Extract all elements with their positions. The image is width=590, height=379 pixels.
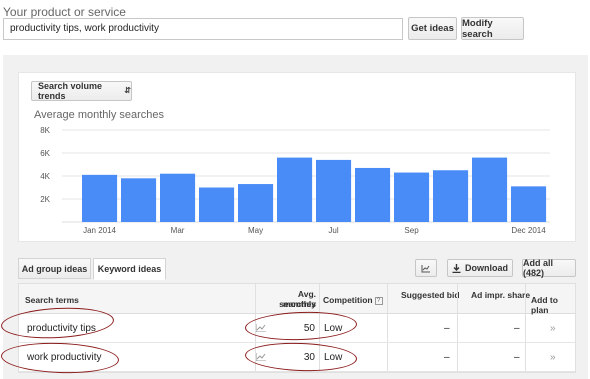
column-divider	[525, 284, 526, 313]
y-tick-label: 6K	[40, 149, 50, 158]
tab-ad-group-ideas[interactable]: Ad group ideas	[18, 258, 91, 279]
header-avg-monthly-line2[interactable]: searches	[264, 299, 316, 309]
bar-sep[interactable]	[394, 172, 430, 222]
header-competition-label: Competition	[323, 295, 373, 305]
bar-jul[interactable]	[316, 159, 352, 222]
header-competition[interactable]: Competition?	[323, 295, 383, 305]
column-divider	[387, 314, 388, 342]
column-divider	[457, 343, 458, 371]
column-divider	[387, 343, 388, 371]
x-tick-label: Sep	[404, 226, 419, 235]
chart-title: Average monthly searches	[34, 109, 165, 121]
header-ad-impr-share[interactable]: Ad impr. share	[471, 290, 530, 300]
chart-view-button[interactable]	[415, 259, 437, 277]
trend-selector[interactable]: Search volume trends ⇵	[31, 81, 132, 101]
updown-icon: ⇵	[124, 86, 131, 95]
download-icon	[452, 263, 461, 273]
add-to-plan-button[interactable]: »	[550, 323, 556, 334]
bar-may[interactable]	[238, 184, 274, 222]
trend-selector-label: Search volume trends	[38, 81, 103, 101]
get-ideas-button[interactable]: Get ideas	[408, 17, 457, 40]
download-button[interactable]: Download	[447, 259, 513, 277]
bar-mar[interactable]	[160, 173, 196, 222]
bar-apr[interactable]	[199, 187, 235, 223]
column-divider	[319, 284, 320, 313]
column-divider	[255, 284, 256, 313]
suggested-bid-value: –	[444, 323, 450, 334]
suggested-bid-value: –	[444, 352, 450, 363]
help-icon[interactable]: ?	[374, 296, 383, 305]
modify-search-button[interactable]: Modify search	[461, 17, 524, 40]
x-tick-label: Dec 2014	[511, 226, 546, 235]
header-search-terms[interactable]: Search terms	[25, 295, 79, 305]
product-search-input[interactable]: productivity tips, work productivity	[3, 18, 403, 40]
table-header: Search terms Avg. monthly searches Compe…	[19, 284, 575, 315]
ad-impr-share-value: –	[514, 323, 520, 334]
download-label: Download	[465, 263, 508, 273]
x-tick-label: May	[248, 226, 263, 235]
add-all-button[interactable]: Add all (482)	[522, 258, 576, 278]
ad-impr-share-value: –	[514, 352, 520, 363]
header-suggested-bid[interactable]: Suggested bid	[401, 290, 460, 300]
line-chart-icon	[421, 264, 430, 272]
bar-oct[interactable]	[433, 170, 469, 222]
bar-jan-2014[interactable]	[82, 174, 118, 222]
y-tick-label: 8K	[40, 126, 50, 135]
x-tick-label: Mar	[171, 226, 185, 235]
bar-jun[interactable]	[277, 157, 313, 222]
searches-bar-chart: 2K 4K 6K 8K Jan 2014 Mar May Jul Sep Dec 2014	[40, 126, 550, 235]
x-tick-label: Jul	[328, 226, 338, 235]
header-add-to-plan: Add to plan	[531, 295, 558, 315]
column-divider	[525, 314, 526, 342]
add-to-plan-button[interactable]: »	[550, 352, 556, 363]
bar-dec-2014[interactable]	[511, 186, 547, 222]
product-label: Your product or service	[3, 5, 126, 19]
tab-keyword-ideas[interactable]: Keyword ideas	[93, 258, 166, 280]
bar-feb[interactable]	[121, 178, 157, 222]
column-divider	[457, 314, 458, 342]
x-tick-label: Jan 2014	[83, 226, 116, 235]
column-divider	[457, 284, 458, 313]
y-tick-label: 4K	[40, 172, 50, 181]
bar-nov[interactable]	[472, 157, 508, 222]
column-divider	[387, 284, 388, 313]
bar-aug[interactable]	[355, 167, 391, 222]
column-divider	[525, 343, 526, 371]
y-tick-label: 2K	[40, 195, 50, 204]
